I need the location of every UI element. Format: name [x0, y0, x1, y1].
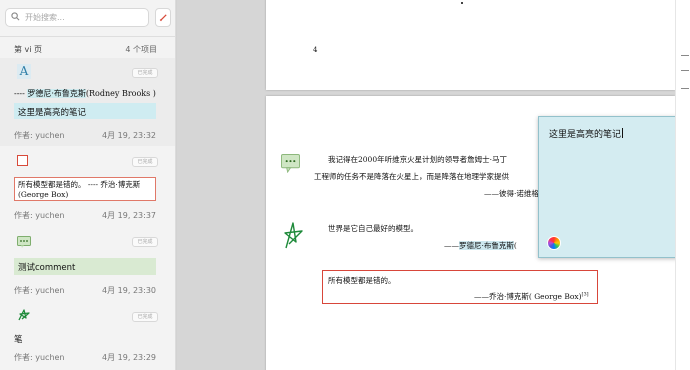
- search-icon: [11, 12, 20, 21]
- highlight-A-icon: A: [17, 64, 31, 79]
- mark-done-button[interactable]: 已完成: [132, 157, 158, 167]
- highlight-quote: ---- 罗德尼·布鲁克斯(Rodney Brooks ): [14, 88, 156, 99]
- highlighted-text[interactable]: 罗德尼·布鲁克斯: [459, 241, 514, 250]
- para3-text: 所有模型都是错的。: [328, 276, 396, 285]
- divider: [0, 36, 175, 37]
- quote-prefix: ----: [14, 89, 28, 98]
- quote-highlight: 罗德尼·布鲁克斯: [27, 89, 86, 98]
- search-placeholder: 开始搜索...: [25, 13, 65, 22]
- author: 作者: yuchen: [14, 286, 65, 295]
- comment-note: 测试comment: [14, 258, 156, 275]
- color-picker-icon[interactable]: [547, 236, 561, 250]
- ink-icon: [18, 309, 30, 321]
- note-editor[interactable]: 这里是高亮的笔记: [549, 127, 624, 140]
- annotation-item-highlight[interactable]: A 已完成 ---- 罗德尼·布鲁克斯(Rodney Brooks ) 这里是高…: [0, 58, 175, 146]
- page-edge-line: [681, 55, 689, 56]
- attrib-rest: (: [513, 241, 517, 250]
- mark-done-button[interactable]: 已完成: [132, 237, 158, 247]
- para1-line1: 我记得在2000年听维京火星计划的领导者詹姆士·马丁: [328, 155, 507, 164]
- annotation-sidebar: 开始搜索... 第 vi 页 4 个项目 A 已完成 ---- 罗德尼·布鲁克斯…: [0, 0, 176, 370]
- comment-annotation-icon[interactable]: [281, 154, 300, 173]
- ink-label: 笔: [14, 335, 23, 345]
- timestamp: 4月 19, 23:29: [102, 353, 156, 362]
- ink-annotation[interactable]: [282, 220, 304, 250]
- para1-line2: 工程师的任务不是降落在火星上，而是降落在地理学家提供: [314, 172, 509, 181]
- para2-text: 世界是它自己最好的模型。: [328, 224, 418, 233]
- pdf-page-previous[interactable]: 4: [266, 0, 675, 90]
- pen-icon: [159, 14, 167, 22]
- note-text: 这里是高亮的笔记: [549, 130, 622, 140]
- filter-pen-button[interactable]: [155, 8, 171, 27]
- item-count: 4 个项目: [125, 45, 157, 54]
- author: 作者: yuchen: [14, 353, 65, 362]
- search-input[interactable]: 开始搜索...: [5, 8, 149, 27]
- footnote-ref[interactable]: [3]: [582, 292, 589, 298]
- para1-attribution: ——彼得·诺维格: [484, 189, 539, 198]
- timestamp: 4月 19, 23:37: [102, 211, 156, 220]
- next-page-edge: [675, 0, 690, 370]
- mark-done-button[interactable]: 已完成: [132, 312, 158, 322]
- author: 作者: yuchen: [14, 131, 65, 140]
- annotation-item-comment[interactable]: 已完成 测试comment 作者: yuchen 4月 19, 23:30: [0, 228, 175, 296]
- attrib-text: ——乔治·博克斯( George Box): [474, 292, 582, 301]
- author: 作者: yuchen: [14, 211, 65, 220]
- timestamp: 4月 19, 23:30: [102, 286, 156, 295]
- page-edge-line: [681, 70, 689, 71]
- rectangle-icon: [17, 155, 28, 166]
- comment-icon: [17, 236, 31, 248]
- page-edge-line: [681, 88, 689, 89]
- text-caret: [622, 128, 624, 138]
- attrib-dash: ——: [444, 241, 459, 250]
- highlight-note: 这里是高亮的笔记: [14, 103, 156, 119]
- para2-attribution: ——罗德尼·布鲁克斯(: [444, 240, 517, 251]
- rectangle-quote: 所有模型都是错的。 ---- 乔治·博克斯 (George Box): [14, 177, 156, 201]
- annotation-item-ink[interactable]: 已完成 笔 作者: yuchen 4月 19, 23:29: [0, 296, 175, 370]
- document-view[interactable]: 4 我记得在2000年听维京火星计划的领导者詹姆士·马丁 工程师的任务不是降落在…: [177, 0, 690, 370]
- quote-suffix: (Rodney Brooks ): [85, 89, 156, 98]
- mark-done-button[interactable]: 已完成: [132, 68, 158, 78]
- note-popup[interactable]: 这里是高亮的笔记: [538, 116, 690, 258]
- annotation-item-rectangle[interactable]: 已完成 所有模型都是错的。 ---- 乔治·博克斯 (George Box) 作…: [0, 146, 175, 228]
- page-number: 4: [313, 46, 318, 54]
- para3-attribution: ——乔治·博克斯( George Box)[3]: [474, 291, 589, 302]
- page-mark: [461, 2, 463, 4]
- timestamp: 4月 19, 23:32: [102, 131, 156, 140]
- page-label: 第 vi 页: [14, 45, 43, 54]
